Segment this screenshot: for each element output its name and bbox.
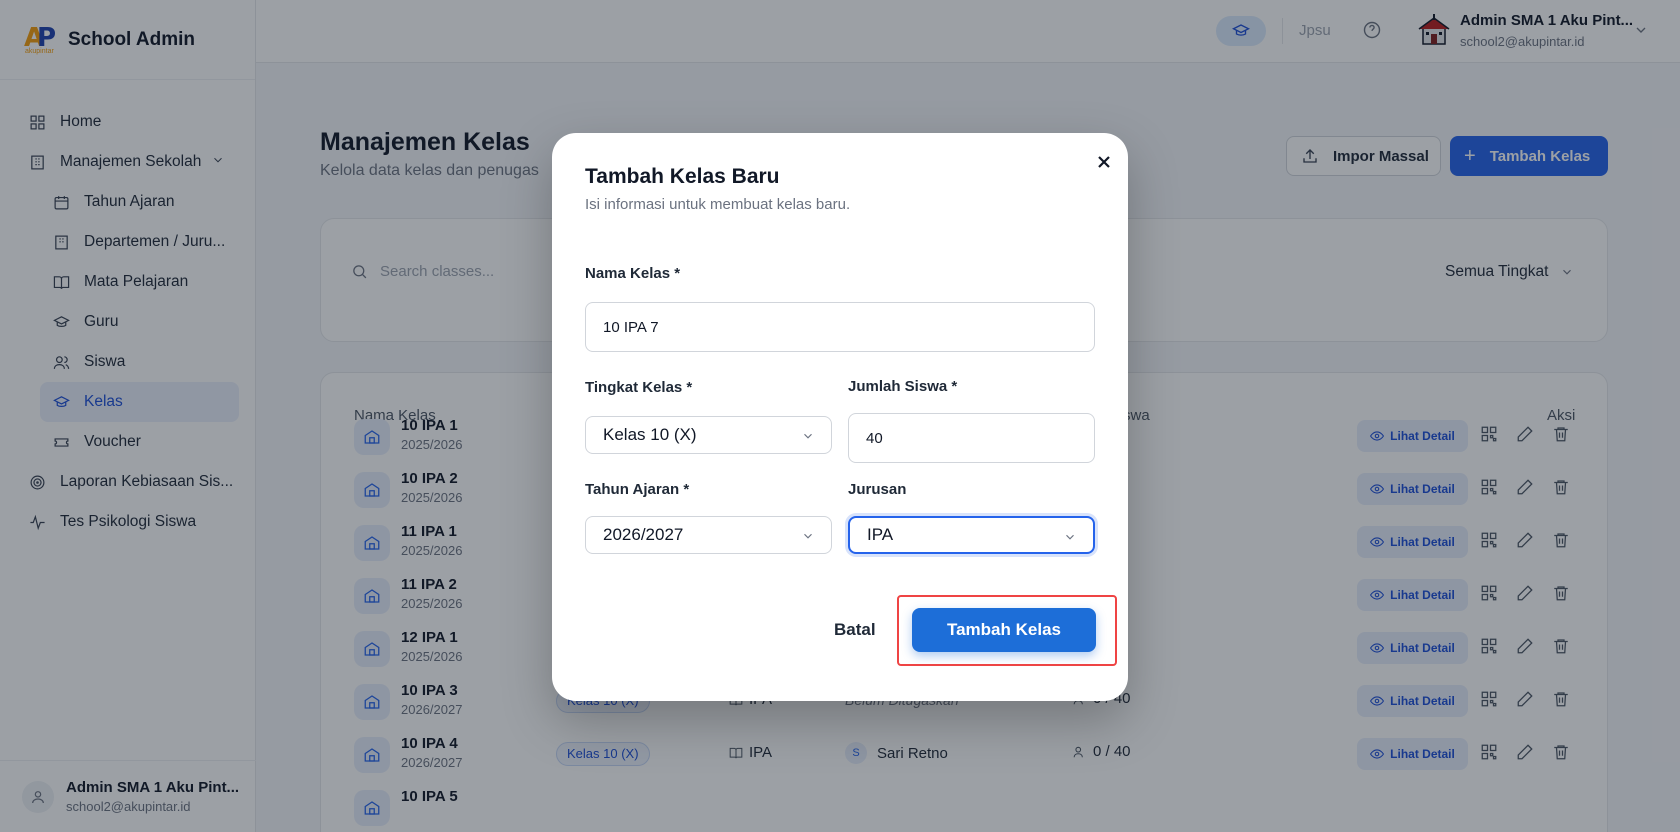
jurusan-select[interactable]: IPA bbox=[848, 516, 1095, 554]
chevron-down-icon bbox=[804, 533, 812, 539]
submit-tambah-kelas-button[interactable]: Tambah Kelas bbox=[912, 608, 1096, 652]
modal-title: Tambah Kelas Baru bbox=[585, 165, 780, 188]
nama-kelas-input[interactable]: 10 IPA 7 bbox=[585, 302, 1095, 352]
chevron-down-icon bbox=[804, 433, 812, 439]
tahun-ajaran-label: Tahun Ajaran * bbox=[585, 481, 690, 498]
tingkat-kelas-select[interactable]: Kelas 10 (X) bbox=[585, 416, 832, 454]
jumlah-siswa-input[interactable]: 40 bbox=[848, 413, 1095, 463]
tahun-ajaran-value: 2026/2027 bbox=[603, 525, 684, 544]
jurusan-label: Jurusan bbox=[848, 481, 907, 498]
modal-subtitle: Isi informasi untuk membuat kelas baru. bbox=[585, 196, 851, 213]
jumlah-siswa-label: Jumlah Siswa * bbox=[848, 378, 958, 395]
close-icon[interactable] bbox=[1092, 150, 1116, 174]
tahun-ajaran-select[interactable]: 2026/2027 bbox=[585, 516, 832, 554]
chevron-down-icon bbox=[1066, 534, 1074, 540]
nama-kelas-label: Nama Kelas * bbox=[585, 265, 681, 282]
tambah-kelas-modal: Tambah Kelas Baru Isi informasi untuk me… bbox=[552, 133, 1128, 701]
batal-button[interactable]: Batal bbox=[834, 620, 876, 640]
tingkat-kelas-label: Tingkat Kelas * bbox=[585, 379, 693, 396]
tingkat-kelas-value: Kelas 10 (X) bbox=[603, 425, 697, 444]
jurusan-value: IPA bbox=[867, 525, 894, 544]
